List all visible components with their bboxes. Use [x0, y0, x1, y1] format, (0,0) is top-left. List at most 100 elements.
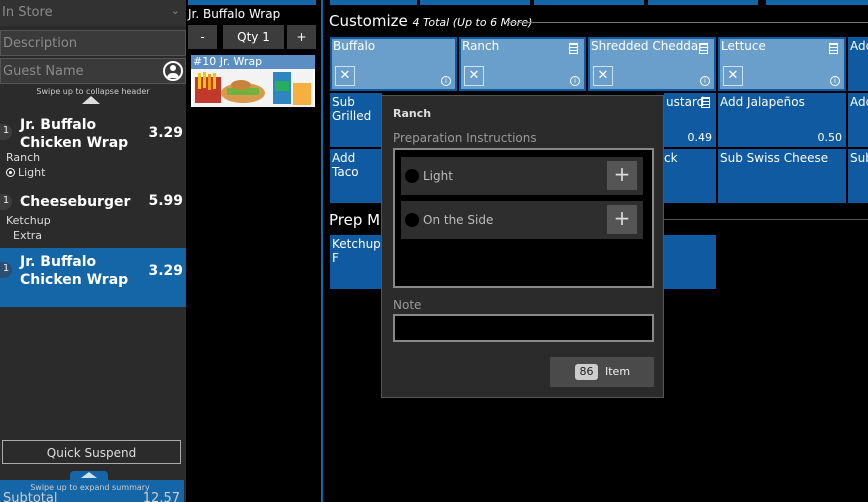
order-type-select[interactable]: In Store ⌄ [0, 0, 186, 26]
remove-icon[interactable]: ✕ [464, 66, 484, 86]
modifier-tile-sub-grilled[interactable]: Sub Grilled [330, 93, 382, 147]
line-modifier: Ketchup [6, 214, 51, 227]
order-type-value: In Store [2, 5, 53, 20]
modifier-tile-ck[interactable]: ck [664, 149, 716, 203]
order-line[interactable]: 1 Cheeseburger 5.99 Ketchup Extra [0, 186, 186, 246]
order-line[interactable]: 1 Jr. Buffalo Chicken Wrap 3.29 Ranch Li… [0, 110, 186, 185]
combo-card[interactable]: #10 Jr. Wrap [191, 55, 315, 107]
plus-icon[interactable]: + [607, 161, 637, 190]
modifier-tile-mustard[interactable]: ustard 0.49 [664, 93, 716, 147]
dialog-title: Ranch [393, 107, 432, 120]
prep-option-on-the-side[interactable]: On the Side + [401, 201, 643, 239]
top-strip [188, 0, 316, 5]
line-item-name: Cheeseburger [20, 194, 131, 210]
clipboard-icon[interactable] [699, 43, 708, 54]
modifier-tile-ranch[interactable]: Ranch ✕ i [459, 37, 586, 91]
column-divider [321, 0, 323, 502]
combo-label: #10 Jr. Wrap [191, 55, 315, 69]
qty-plus-button[interactable]: + [287, 25, 316, 49]
prep-tile-ketchup[interactable]: Ketchup F [330, 235, 382, 289]
clipboard-icon[interactable] [701, 97, 710, 108]
modifier-tile-add-taco[interactable]: Add Taco [330, 149, 382, 203]
prep-option-light[interactable]: Light + [401, 157, 643, 195]
line-item-name: Jr. Buffalo Chicken Wrap [20, 117, 129, 151]
info-icon[interactable]: i [570, 76, 580, 86]
tile-label: Buffalo [333, 39, 376, 53]
chevron-down-icon: ⌄ [170, 4, 180, 17]
chevron-up-icon[interactable] [82, 96, 100, 104]
option-label: Light [423, 169, 453, 183]
customize-header: Customize 4 Total (Up to 6 More) [329, 12, 532, 30]
tile-label: Ranch [462, 39, 500, 53]
tile-label: Lettuce [721, 39, 766, 53]
subtotal-label: Subtotal [3, 491, 58, 502]
remove-icon[interactable]: ✕ [335, 66, 355, 86]
option-label: On the Side [423, 213, 494, 227]
qty-display[interactable]: Qty 1 [223, 25, 284, 49]
line-modifier: Ranch [6, 151, 41, 164]
line-item-price: 3.29 [148, 263, 183, 279]
tile-label: ustard [666, 95, 705, 109]
top-strip [766, 0, 868, 5]
modifier-tile-sub[interactable]: Sub [848, 149, 868, 203]
subtotal-value: 12.57 [142, 491, 180, 502]
plus-icon[interactable]: + [607, 205, 637, 234]
user-icon[interactable] [163, 61, 183, 81]
line-qty: 1 [0, 262, 12, 278]
order-line-selected[interactable]: 1 Jr. Buffalo Chicken Wrap 3.29 [0, 248, 186, 307]
chevron-up-icon[interactable] [81, 472, 97, 478]
modifier-tile-add-jalapenos[interactable]: Add Jalapeños 0.50 [718, 93, 846, 147]
clipboard-icon[interactable] [829, 43, 838, 54]
top-strip [534, 0, 644, 5]
line-item-name: Jr. Buffalo Chicken Wrap [20, 254, 129, 288]
radio-icon[interactable] [405, 213, 419, 227]
line-item-price: 5.99 [148, 193, 183, 209]
qty-minus-button[interactable]: - [188, 25, 217, 49]
radio-selected-icon [6, 168, 15, 177]
top-strip [648, 0, 758, 5]
combo-food-image [193, 69, 313, 107]
guest-name-input[interactable]: Guest Name [0, 58, 186, 84]
order-panel: In Store ⌄ Description Guest Name Swipe … [0, 0, 186, 502]
modifier-tile-add[interactable]: Add [848, 37, 868, 91]
remove-icon[interactable]: ✕ [593, 66, 613, 86]
quick-suspend-button[interactable]: Quick Suspend [2, 440, 181, 464]
info-icon[interactable]: i [830, 76, 840, 86]
tile-label: Add Jalapeños [720, 95, 805, 109]
modifier-tile-sub-swiss-cheese[interactable]: Sub Swiss Cheese [718, 149, 846, 203]
info-icon[interactable]: i [441, 76, 451, 86]
radio-icon[interactable] [405, 169, 419, 183]
remove-icon[interactable]: ✕ [723, 66, 743, 86]
collapse-header-hint: Swipe up to collapse header [36, 87, 150, 96]
item-title: Jr. Buffalo Wrap [188, 7, 281, 21]
prep-tile[interactable] [664, 235, 716, 289]
guest-name-placeholder: Guest Name [3, 64, 84, 79]
86-badge: 86 [575, 364, 598, 380]
line-qty: 1 [0, 194, 12, 210]
item-86-button[interactable]: 86 Item [550, 357, 654, 387]
note-label: Note [393, 298, 422, 312]
clipboard-icon[interactable] [569, 43, 578, 54]
top-strip [330, 0, 417, 5]
item-button-label: Item [605, 365, 631, 378]
prep-options-list: Light + On the Side + [393, 148, 654, 288]
tile-price: 0.49 [687, 131, 713, 144]
customize-title: Customize [329, 12, 408, 30]
description-input[interactable]: Description [0, 30, 186, 56]
info-icon[interactable]: i [700, 76, 710, 86]
line-modifier-detail: Extra [13, 229, 43, 242]
line-item-price: 3.29 [148, 125, 183, 141]
prep-instructions-label: Preparation Instructions [393, 131, 537, 145]
line-modifier-detail-text: Light [18, 166, 46, 179]
note-input[interactable] [393, 314, 654, 342]
divider [508, 22, 868, 23]
modifier-tile-add[interactable]: Add [848, 93, 868, 147]
top-strip [420, 0, 530, 5]
modifier-tile-buffalo[interactable]: Buffalo ✕ i [330, 37, 457, 91]
tile-price: 0.50 [817, 131, 843, 144]
modifier-dialog: Ranch Preparation Instructions Light + O… [381, 95, 664, 398]
modifier-tile-shredded-cheddar[interactable]: Shredded Cheddar ✕ i [588, 37, 716, 91]
modifier-tile-lettuce[interactable]: Lettuce ✕ i [718, 37, 846, 91]
line-modifier-detail: Light [6, 166, 45, 179]
line-qty: 1 [0, 124, 12, 140]
